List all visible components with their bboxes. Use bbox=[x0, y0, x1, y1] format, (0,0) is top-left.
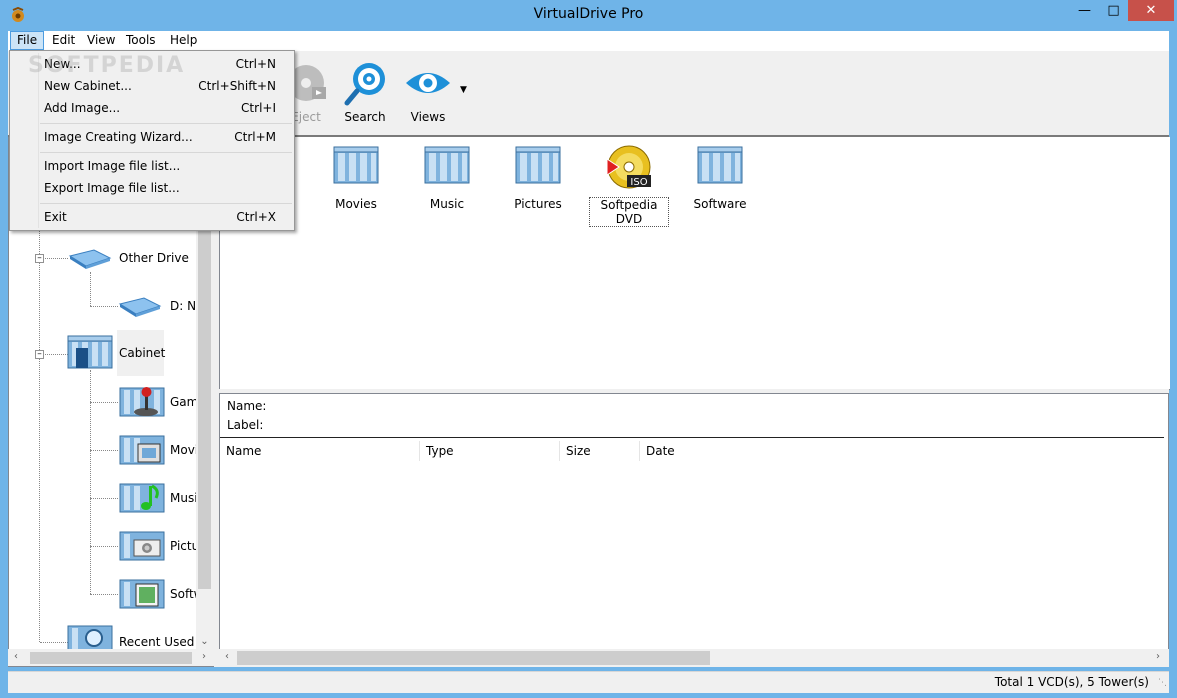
games-icon bbox=[118, 382, 166, 421]
menu-item-new-cabinet[interactable]: New Cabinet... Ctrl+Shift+N bbox=[12, 75, 292, 97]
tree-line bbox=[90, 370, 91, 594]
file-menu: New... Ctrl+N New Cabinet... Ctrl+Shift+N … bbox=[9, 50, 295, 231]
tree-item-music[interactable]: Music bbox=[170, 491, 196, 505]
views-button[interactable]: Views bbox=[400, 59, 456, 124]
menu-item-exit[interactable]: Exit Ctrl+X bbox=[12, 206, 292, 228]
maximize-button[interactable]: □ bbox=[1099, 0, 1128, 22]
music-icon bbox=[118, 478, 166, 517]
tree-line bbox=[90, 306, 118, 307]
scroll-right-icon[interactable]: › bbox=[198, 651, 210, 662]
svg-text:ISO: ISO bbox=[630, 177, 647, 188]
watermark: SOFTPEDIA bbox=[28, 53, 186, 78]
tree-item-cabinet[interactable]: Cabinet bbox=[117, 330, 165, 376]
tree-hscroll-thumb[interactable] bbox=[30, 652, 192, 664]
tree-item-d-drive[interactable]: D: No bbox=[170, 299, 196, 313]
menu-item-add-image[interactable]: Add Image... Ctrl+I bbox=[12, 97, 292, 119]
eye-icon bbox=[404, 59, 452, 107]
menu-bar: File Edit View Tools Help bbox=[8, 31, 1169, 51]
tree-line bbox=[90, 594, 118, 595]
collapse-toggle[interactable]: – bbox=[35, 350, 44, 359]
tree-item-software[interactable]: Software bbox=[170, 587, 196, 601]
tree-line bbox=[40, 354, 68, 355]
scroll-left-icon[interactable]: ‹ bbox=[10, 651, 22, 662]
cabinet-icon bbox=[332, 145, 380, 189]
icon-item-music[interactable]: Music bbox=[407, 145, 487, 211]
views-dropdown-icon[interactable]: ▼ bbox=[460, 85, 467, 95]
menu-item-import-image-list[interactable]: Import Image file list... bbox=[12, 155, 292, 177]
cabinet-icon bbox=[514, 145, 562, 189]
column-header-name[interactable]: Name bbox=[220, 441, 420, 461]
details-panel: Name: Label: Name Type Size Date bbox=[219, 393, 1169, 667]
menu-edit[interactable]: Edit bbox=[46, 31, 81, 50]
icon-item-movies[interactable]: Movies bbox=[316, 145, 396, 211]
name-label: Name: bbox=[227, 399, 267, 413]
label-label: Label: bbox=[227, 418, 264, 432]
minimize-button[interactable]: — bbox=[1070, 0, 1099, 22]
cabinet-icon bbox=[696, 145, 744, 189]
scroll-down-icon[interactable]: ⌄ bbox=[198, 636, 211, 647]
tree-line bbox=[90, 402, 118, 403]
status-text: Total 1 VCD(s), 5 Tower(s) bbox=[994, 675, 1149, 689]
icon-item-pictures[interactable]: Pictures bbox=[498, 145, 578, 211]
menu-help[interactable]: Help bbox=[164, 31, 203, 50]
tree-item-other-drive[interactable]: Other Drive bbox=[119, 251, 189, 265]
tree-line bbox=[90, 272, 91, 306]
tree-line bbox=[90, 450, 118, 451]
close-button[interactable]: ✕ bbox=[1128, 0, 1174, 21]
icon-item-software[interactable]: Software bbox=[680, 145, 760, 211]
tree-item-movies[interactable]: Movies bbox=[170, 443, 196, 457]
menu-separator bbox=[40, 152, 292, 153]
tree-item-pictures[interactable]: Pictures bbox=[170, 539, 196, 553]
menu-item-image-creating-wizard[interactable]: Image Creating Wizard... Ctrl+M bbox=[12, 126, 292, 148]
tree-line bbox=[90, 546, 118, 547]
menu-view[interactable]: View bbox=[81, 31, 121, 50]
resize-grip-icon[interactable]: ⋱ bbox=[1158, 678, 1167, 688]
tree-line bbox=[90, 498, 118, 499]
tree-line bbox=[40, 258, 68, 259]
software-icon bbox=[118, 574, 166, 613]
movies-icon bbox=[118, 430, 166, 469]
title-bar[interactable]: VirtualDrive Pro — □ ✕ bbox=[0, 0, 1177, 31]
cabinet-icon bbox=[423, 145, 471, 189]
menu-separator bbox=[40, 203, 292, 204]
menu-separator bbox=[40, 123, 292, 124]
menu-item-export-image-list[interactable]: Export Image file list... bbox=[12, 177, 292, 199]
cabinet-icon bbox=[66, 334, 114, 373]
tree-item-recent-used[interactable]: Recent Used bbox=[119, 635, 194, 649]
column-header-size[interactable]: Size bbox=[560, 441, 640, 461]
header-divider bbox=[220, 437, 1164, 438]
tree-line bbox=[40, 642, 68, 643]
tree-item-games[interactable]: Games bbox=[170, 395, 196, 409]
menu-tools[interactable]: Tools bbox=[120, 31, 162, 50]
drive-icon bbox=[68, 248, 112, 273]
drive-icon bbox=[118, 296, 162, 321]
scroll-left-icon[interactable]: ‹ bbox=[221, 651, 233, 662]
icon-view: Movies Music Pictures ISO Softpedia DVD … bbox=[219, 137, 1170, 390]
column-header-date[interactable]: Date bbox=[640, 441, 760, 461]
iso-disc-icon: ISO bbox=[605, 145, 653, 189]
search-button[interactable]: Search bbox=[337, 59, 393, 124]
list-scroll-thumb[interactable] bbox=[237, 651, 710, 665]
icon-item-softpedia-dvd[interactable]: ISO Softpedia DVD bbox=[589, 145, 669, 227]
scroll-right-icon[interactable]: › bbox=[1152, 651, 1164, 662]
pictures-icon bbox=[118, 526, 166, 565]
status-bar: Total 1 VCD(s), 5 Tower(s) ⋱ bbox=[8, 671, 1169, 693]
window-title: VirtualDrive Pro bbox=[533, 6, 644, 22]
collapse-toggle[interactable]: – bbox=[35, 254, 44, 263]
column-header-type[interactable]: Type bbox=[420, 441, 560, 461]
menu-file[interactable]: File bbox=[10, 31, 45, 50]
search-icon bbox=[341, 59, 389, 107]
